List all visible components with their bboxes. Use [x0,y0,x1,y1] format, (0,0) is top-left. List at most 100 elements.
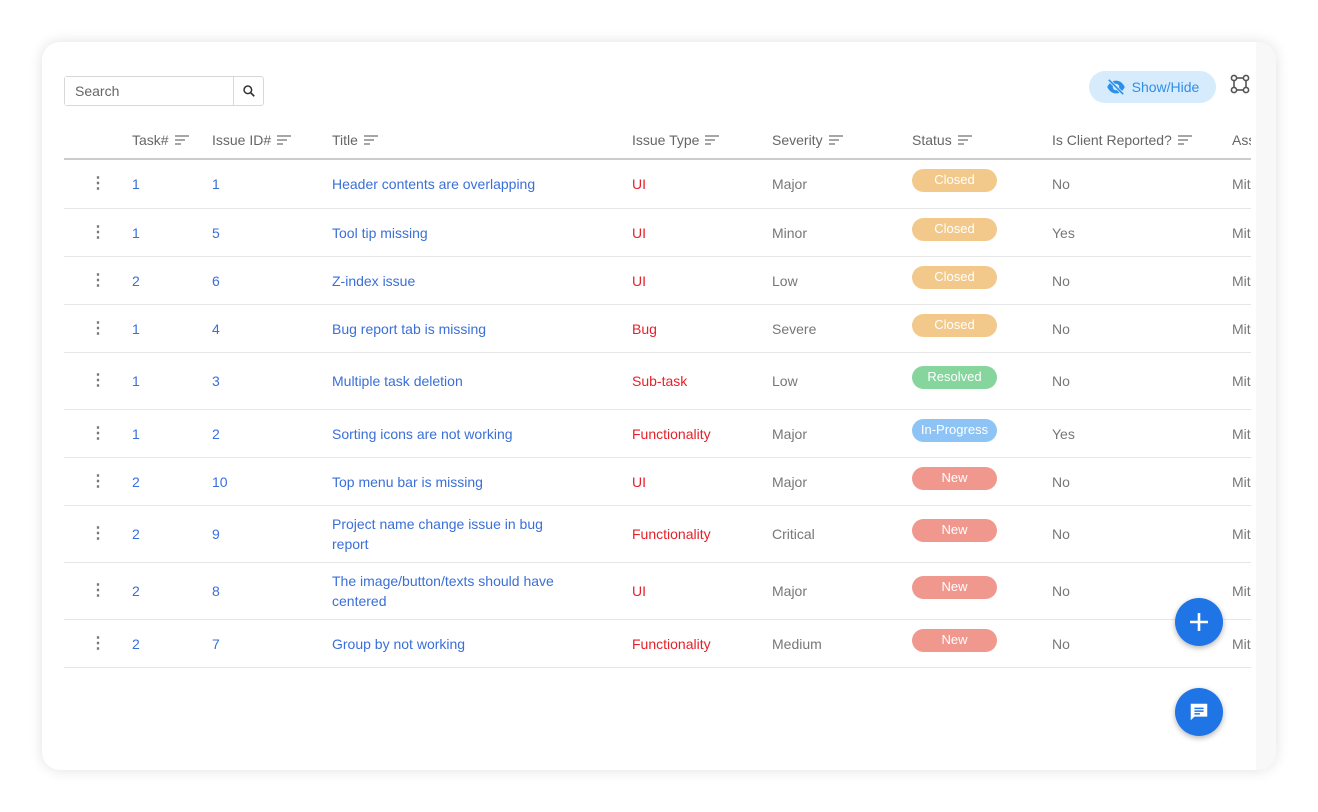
issue-id[interactable]: 7 [212,636,220,652]
severity: Low [772,373,798,389]
table-row[interactable]: ⋮ 2 9 Project name change issue in bug r… [64,506,1251,563]
sort-icon[interactable] [705,135,720,145]
column-header[interactable]: Severity [772,132,843,148]
add-button[interactable] [1175,598,1223,646]
column-header[interactable]: Issue ID# [212,132,292,148]
issue-type: Sub-task [632,373,688,389]
table-row[interactable]: ⋮ 2 8 The image/button/texts should have… [64,563,1251,620]
table-header: Task# Issue ID# Title Issue Type Severity Sta… [64,126,1251,160]
task-number[interactable]: 1 [132,225,140,241]
column-header-label: Title [332,132,358,148]
column-header[interactable]: Status [912,132,972,148]
row-menu-icon[interactable]: ⋮ [90,526,106,542]
plus-icon [1190,613,1208,631]
table-row[interactable]: ⋮ 1 2 Sorting icons are not working Func… [64,410,1251,458]
client-reported: No [1052,635,1070,652]
issue-id[interactable]: 1 [212,176,220,192]
client-reported: No [1052,583,1070,599]
issue-title[interactable]: Z-index issue [332,271,582,291]
issue-title[interactable]: Multiple task deletion [332,371,582,391]
column-header[interactable]: Issue Type [632,132,720,148]
task-number[interactable]: 2 [132,526,140,542]
table-row[interactable]: ⋮ 1 3 Multiple task deletion Sub-task Lo… [64,353,1251,410]
row-menu-icon[interactable]: ⋮ [90,272,106,289]
table-row[interactable]: ⋮ 1 1 Header contents are overlapping UI… [64,160,1251,209]
row-menu-icon[interactable]: ⋮ [90,320,106,337]
assignee: Mit [1232,526,1251,542]
task-number[interactable]: 1 [132,176,140,192]
search-button[interactable] [233,77,263,105]
issue-type: UI [632,176,646,192]
issue-title[interactable]: Sorting icons are not working [332,424,582,444]
sort-icon[interactable] [363,135,378,145]
column-header[interactable]: Is Client Reported? [1052,132,1192,148]
issue-title[interactable]: Top menu bar is missing [332,472,582,492]
column-header-label: Issue Type [632,132,700,148]
task-number[interactable]: 2 [132,583,140,599]
issue-title[interactable]: The image/button/texts should have cente… [332,571,582,611]
issues-card: Show/Hide Task# Issue ID# Title Issue Type S… [42,42,1276,770]
issue-title[interactable]: Group by not working [332,634,582,654]
row-menu-icon[interactable]: ⋮ [90,224,106,241]
table-row[interactable]: ⋮ 2 10 Top menu bar is missing UI Major … [64,458,1251,506]
row-menu-icon[interactable]: ⋮ [90,583,106,599]
client-reported: No [1052,473,1070,490]
task-number[interactable]: 1 [132,321,140,337]
issue-type: UI [632,224,646,241]
issue-id[interactable]: 4 [212,321,220,337]
issue-id[interactable]: 8 [212,583,220,599]
column-header-label: Task# [132,132,169,148]
issue-id[interactable]: 3 [212,373,220,389]
issue-id[interactable]: 6 [212,273,220,289]
search-input[interactable] [65,77,233,105]
issue-title[interactable]: Project name change issue in bug report [332,514,582,554]
task-number[interactable]: 2 [132,273,140,289]
issue-id[interactable]: 2 [212,426,220,442]
chat-button[interactable] [1175,688,1223,736]
row-menu-icon[interactable]: ⋮ [90,635,106,652]
column-header-label: Assignee [1232,132,1251,148]
client-reported: No [1052,272,1070,289]
column-header[interactable]: Assignee [1232,132,1251,148]
column-layout-icon[interactable] [1230,74,1250,94]
table-row[interactable]: ⋮ 1 4 Bug report tab is missing Bug Seve… [64,305,1251,353]
task-number[interactable]: 2 [132,474,140,490]
issue-id[interactable]: 10 [212,474,228,490]
issue-id[interactable]: 9 [212,526,220,542]
sort-icon[interactable] [828,135,843,145]
severity: Major [772,425,808,442]
sort-icon[interactable] [174,135,189,145]
row-menu-icon[interactable]: ⋮ [90,176,106,192]
issue-title[interactable]: Tool tip missing [332,223,582,243]
assignee: Mit [1232,272,1251,289]
table-row[interactable]: ⋮ 1 5 Tool tip missing UI Minor Closed Y… [64,209,1251,257]
issue-id[interactable]: 5 [212,225,220,241]
client-reported: Yes [1052,224,1075,241]
row-menu-icon[interactable]: ⋮ [90,373,106,389]
table-row[interactable]: ⋮ 2 6 Z-index issue UI Low Closed No Mit [64,257,1251,305]
table-row[interactable]: ⋮ 2 7 Group by not working Functionality… [64,620,1251,668]
vertical-scrollbar[interactable] [1256,42,1276,770]
search-box [64,76,264,106]
sort-icon[interactable] [277,135,292,145]
row-menu-icon[interactable]: ⋮ [90,425,106,442]
client-reported: No [1052,373,1070,389]
sort-icon[interactable] [957,135,972,145]
issue-title[interactable]: Header contents are overlapping [332,174,582,194]
severity: Low [772,272,798,289]
column-header[interactable]: Title [332,132,378,148]
assignee: Mit [1232,473,1251,490]
severity: Minor [772,224,808,241]
task-number[interactable]: 1 [132,373,140,389]
show-hide-button[interactable]: Show/Hide [1089,71,1216,103]
eye-off-icon [1106,79,1125,95]
task-number[interactable]: 1 [132,426,140,442]
row-menu-icon[interactable]: ⋮ [90,473,106,490]
issue-title[interactable]: Bug report tab is missing [332,319,582,339]
client-reported: No [1052,320,1070,337]
sort-icon[interactable] [1177,135,1192,145]
column-header[interactable]: Task# [132,132,189,148]
column-header-label: Severity [772,132,823,148]
client-reported: Yes [1052,425,1075,442]
task-number[interactable]: 2 [132,636,140,652]
